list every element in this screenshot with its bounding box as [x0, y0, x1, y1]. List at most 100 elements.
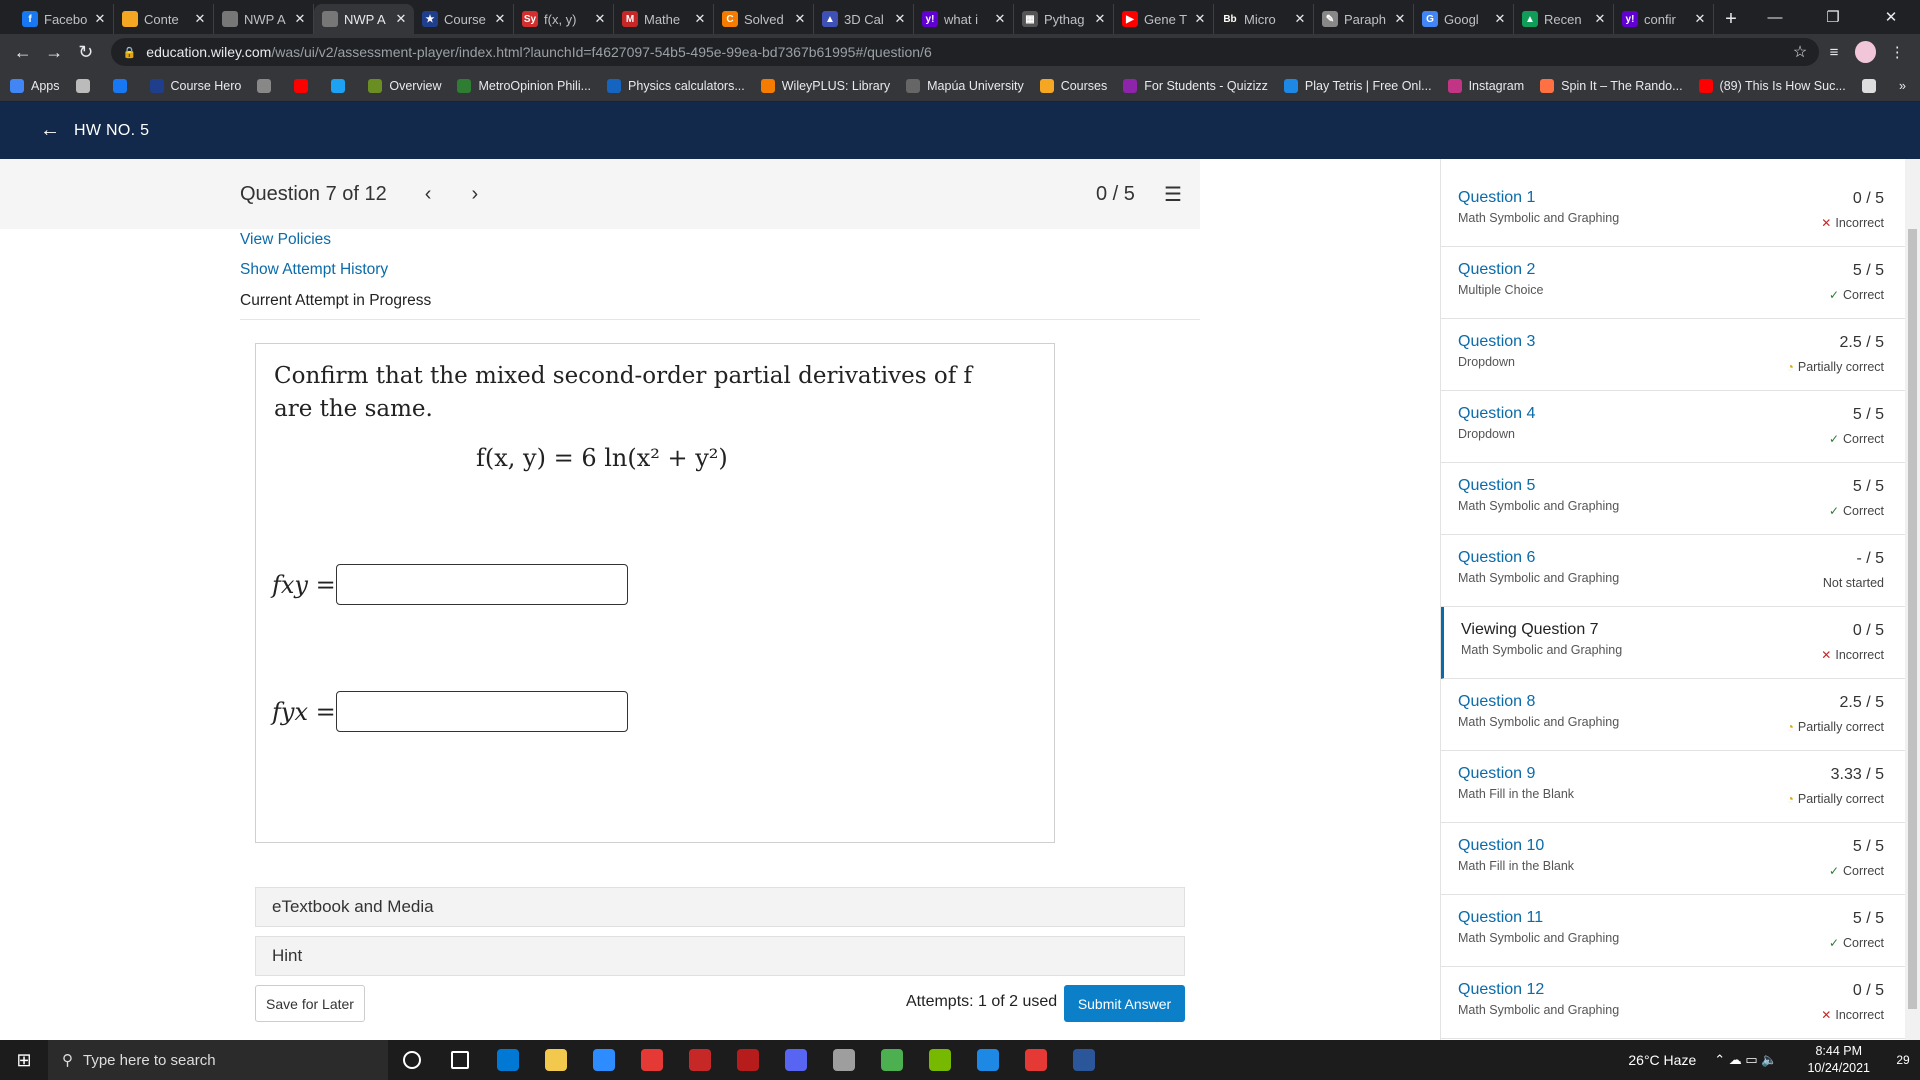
tab-close-icon[interactable]: ✕ — [593, 11, 607, 27]
taskbar-app-icon[interactable] — [820, 1040, 868, 1080]
tab-close-icon[interactable]: ✕ — [1493, 11, 1507, 27]
browser-tab[interactable]: NWP A ✕ — [314, 4, 414, 34]
taskbar-app-icon[interactable] — [532, 1040, 580, 1080]
bookmark-item[interactable] — [331, 78, 352, 93]
prev-question-chevron-icon[interactable]: ‹ — [425, 183, 432, 206]
profile-avatar[interactable] — [1854, 41, 1877, 63]
panel-scrollbar[interactable] — [1905, 159, 1920, 1040]
bookmark-item[interactable]: Course Hero — [149, 78, 241, 93]
forward-arrow-icon[interactable]: → — [40, 37, 70, 67]
tab-close-icon[interactable]: ✕ — [893, 11, 907, 27]
bookmark-item[interactable]: For Students - Quizizz — [1123, 78, 1268, 93]
scrollbar-thumb[interactable] — [1908, 229, 1917, 1009]
tab-close-icon[interactable]: ✕ — [993, 11, 1007, 27]
bookmark-item[interactable]: MetroOpinion Phili... — [457, 78, 591, 93]
bookmark-item[interactable] — [294, 78, 315, 93]
tab-close-icon[interactable]: ✕ — [1193, 11, 1207, 27]
bookmark-item[interactable] — [75, 78, 97, 93]
question-list-item[interactable]: Question 12 Math Symbolic and Graphing 0 /… — [1441, 967, 1905, 1039]
tab-close-icon[interactable]: ✕ — [93, 11, 107, 27]
fyx-input[interactable] — [336, 691, 628, 732]
submit-answer-button[interactable]: Submit Answer — [1064, 985, 1185, 1022]
browser-tab[interactable]: Sy f(x, y) ✕ — [514, 4, 614, 34]
bookmark-item[interactable]: Apps — [10, 78, 60, 93]
browser-tab[interactable]: ▦ Pythag ✕ — [1014, 4, 1114, 34]
bookmarks-more-icon[interactable]: » — [1899, 79, 1906, 93]
browser-tab[interactable]: G Googl ✕ — [1414, 4, 1514, 34]
browser-tab[interactable]: ▲ Recen ✕ — [1514, 4, 1614, 34]
tray-icons[interactable]: ⌃ ☁ ▭ 🔈 — [1714, 1052, 1777, 1068]
question-list-item[interactable]: Question 11 Math Symbolic and Graphing 5 /… — [1441, 895, 1905, 967]
bookmark-item[interactable] — [257, 78, 278, 93]
browser-tab[interactable]: Bb Micro ✕ — [1214, 4, 1314, 34]
browser-tab[interactable]: y! what i ✕ — [914, 4, 1014, 34]
back-arrow-icon[interactable]: ← — [40, 119, 60, 142]
tab-close-icon[interactable]: ✕ — [1093, 11, 1107, 27]
new-tab-button[interactable]: + — [1714, 4, 1748, 34]
question-list-item[interactable]: Question 6 Math Symbolic and Graphing - / … — [1441, 535, 1905, 607]
tab-close-icon[interactable]: ✕ — [693, 11, 707, 27]
question-list-item[interactable]: Question 2 Multiple Choice 5 / 5 ✓ Correct — [1441, 247, 1905, 319]
question-list-item[interactable]: Question 1 Math Symbolic and Graphing 0 / … — [1441, 175, 1905, 247]
taskbar-app-icon[interactable] — [484, 1040, 532, 1080]
question-list-item[interactable]: Question 4 Dropdown 5 / 5 ✓ Correct — [1441, 391, 1905, 463]
tab-close-icon[interactable]: ✕ — [293, 11, 307, 27]
bookmark-item[interactable]: Mapúa University — [906, 78, 1024, 93]
fxy-input[interactable] — [336, 564, 628, 605]
tab-close-icon[interactable]: ✕ — [1693, 11, 1707, 27]
bookmark-item[interactable]: Overview — [368, 78, 441, 93]
browser-tab[interactable]: Conte ✕ — [114, 4, 214, 34]
browser-tab[interactable]: M Mathe ✕ — [614, 4, 714, 34]
media-control-icon[interactable]: ≡ — [1819, 37, 1849, 67]
taskbar-app-icon[interactable] — [916, 1040, 964, 1080]
reload-icon[interactable]: ↻ — [71, 37, 101, 67]
question-list-item[interactable]: Question 5 Math Symbolic and Graphing 5 / … — [1441, 463, 1905, 535]
browser-tab[interactable]: ▲ 3D Cal ✕ — [814, 4, 914, 34]
bookmark-item[interactable]: Play Tetris | Free Onl... — [1283, 78, 1432, 93]
question-list-item[interactable]: Question 8 Math Symbolic and Graphing 2.5 … — [1441, 679, 1905, 751]
taskbar-search[interactable]: ⚲ Type here to search — [48, 1040, 388, 1080]
bookmark-item[interactable]: (89) This Is How Suc... — [1698, 78, 1846, 93]
bookmark-star-icon[interactable]: ☆ — [1793, 42, 1807, 62]
tab-close-icon[interactable]: ✕ — [1593, 11, 1607, 27]
restore-icon[interactable]: ❐ — [1804, 0, 1862, 34]
taskbar-app-icon[interactable] — [676, 1040, 724, 1080]
taskbar-app-icon[interactable] — [388, 1040, 436, 1080]
clock[interactable]: 8:44 PM 10/24/2021 — [1807, 1043, 1870, 1077]
hint-accordion[interactable]: Hint — [255, 936, 1185, 976]
show-attempt-history-link[interactable]: Show Attempt History — [240, 261, 388, 279]
bookmark-item[interactable]: Courses — [1039, 78, 1107, 93]
tab-close-icon[interactable]: ✕ — [793, 11, 807, 27]
taskbar-app-icon[interactable] — [436, 1040, 484, 1080]
browser-tab[interactable]: y! confir ✕ — [1614, 4, 1714, 34]
windows-start-icon[interactable]: ⊞ — [0, 1040, 48, 1080]
taskbar-app-icon[interactable] — [1060, 1040, 1108, 1080]
notification-count[interactable]: 29 — [1886, 1053, 1920, 1067]
browser-tab[interactable]: ▶ Gene T ✕ — [1114, 4, 1214, 34]
tab-close-icon[interactable]: ✕ — [1293, 11, 1307, 27]
taskbar-app-icon[interactable] — [772, 1040, 820, 1080]
weather-widget[interactable]: 26°C Haze — [1628, 1052, 1696, 1068]
next-question-chevron-icon[interactable]: › — [471, 183, 478, 206]
taskbar-app-icon[interactable] — [628, 1040, 676, 1080]
back-arrow-icon[interactable]: ← — [8, 37, 38, 67]
browser-tab[interactable]: ✎ Paraph ✕ — [1314, 4, 1414, 34]
bookmark-item[interactable] — [112, 78, 134, 93]
tab-close-icon[interactable]: ✕ — [1393, 11, 1407, 27]
taskbar-app-icon[interactable] — [580, 1040, 628, 1080]
bookmark-item[interactable]: Physics calculators... — [607, 78, 745, 93]
close-window-icon[interactable]: ✕ — [1862, 0, 1920, 34]
question-list-item[interactable]: Question 3 Dropdown 2.5 / 5 ◔ Partially corr… — [1441, 319, 1905, 391]
tab-close-icon[interactable]: ✕ — [394, 11, 408, 27]
taskbar-app-icon[interactable] — [724, 1040, 772, 1080]
question-list-item[interactable]: Viewing Question 7 Math Symbolic and Grap… — [1441, 607, 1905, 679]
question-list-item[interactable]: Question 9 Math Fill in the Blank 3.33 / 5… — [1441, 751, 1905, 823]
minimize-icon[interactable]: — — [1746, 0, 1804, 34]
browser-tab[interactable]: NWP A ✕ — [214, 4, 314, 34]
bookmark-item[interactable] — [1861, 78, 1883, 93]
url-bar[interactable]: 🔒 education.wiley.com /was/ui/v2/assessm… — [110, 38, 1820, 66]
bookmark-item[interactable]: Spin It – The Rando... — [1540, 78, 1683, 93]
menu-kebab-icon[interactable]: ⋮ — [1882, 37, 1912, 67]
question-list-icon[interactable]: ☰ — [1164, 182, 1182, 207]
tab-close-icon[interactable]: ✕ — [193, 11, 207, 27]
